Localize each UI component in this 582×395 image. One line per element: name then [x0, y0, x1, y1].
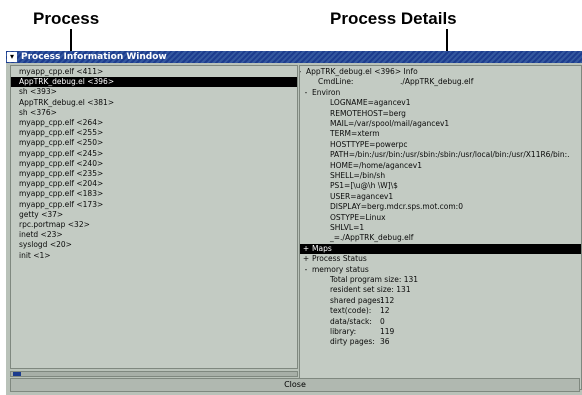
details-tree-label: MAIL=/var/spool/mail/agancev1: [330, 119, 450, 128]
window-title: Process Information Window: [21, 52, 167, 62]
details-tree-label: shared pages:: [330, 295, 384, 305]
details-tree-row[interactable]: - memory status: [300, 264, 581, 275]
details-tree-label: Environ: [312, 87, 341, 97]
process-list-item[interactable]: myapp_cpp.elf <250>: [11, 138, 297, 148]
details-tree-label: Process Status: [312, 254, 367, 264]
details-tree-value: 36: [380, 337, 390, 347]
window-menu-icon[interactable]: ▾: [7, 52, 17, 62]
details-tree-row[interactable]: LOGNAME=agancev1: [300, 98, 581, 108]
details-tree-value: 112: [380, 295, 395, 305]
details-tree-label: _=./AppTRK_debug.elf: [330, 233, 414, 243]
details-tree-label: CmdLine:: [318, 77, 354, 87]
details-tree-label: Maps: [312, 243, 332, 253]
details-tree-row[interactable]: resident set size: 131: [300, 285, 581, 295]
window-titlebar[interactable]: ▾ Process Information Window: [6, 51, 582, 63]
details-tree-row[interactable]: library: 119: [300, 327, 581, 337]
details-tree-label: TERM=xterm: [330, 129, 380, 139]
details-tree-label: SHELL=/bin/sh: [330, 171, 386, 180]
details-tree-value: 0: [380, 316, 385, 326]
collapse-icon[interactable]: -: [302, 265, 310, 275]
details-tree-label: PS1=[\u@\h \W]\$: [330, 181, 398, 191]
process-list-item[interactable]: myapp_cpp.elf <240>: [11, 159, 297, 169]
details-tree-label: PATH=/bin:/usr/bin:/usr/sbin:/sbin:/usr/…: [330, 150, 570, 160]
details-tree-label: memory status: [312, 264, 369, 274]
details-tree-label: LOGNAME=agancev1: [330, 98, 411, 108]
process-list-item[interactable]: syslogd <20>: [11, 240, 297, 250]
details-tree-row[interactable]: USER=agancev1: [300, 191, 581, 202]
process-list-item[interactable]: myapp_cpp.elf <183>: [11, 189, 297, 199]
details-tree-row[interactable]: SHLVL=1: [300, 223, 581, 233]
details-tree-row[interactable]: - Environ: [300, 87, 581, 98]
details-tree-row[interactable]: Total program size: 131: [300, 275, 581, 285]
expand-icon[interactable]: +: [302, 244, 310, 254]
process-list-item[interactable]: myapp_cpp.elf <255>: [11, 128, 297, 138]
process-list-item[interactable]: init <1>: [11, 251, 297, 261]
details-tree-row[interactable]: OSTYPE=Linux: [300, 212, 581, 223]
details-tree-row[interactable]: HOME=/home/agancev1: [300, 160, 581, 171]
process-list[interactable]: myapp_cpp.elf <411> AppTRK_debug.el <396>…: [10, 65, 298, 369]
scrollbar-thumb[interactable]: [13, 372, 21, 376]
details-tree-label: HOSTTYPE=powerpc: [330, 139, 408, 149]
process-information-window: ▾ Process Information Window myapp_cpp.e…: [6, 51, 582, 395]
details-tree-label: library:: [330, 327, 357, 336]
details-tree-row[interactable]: data/stack: 0: [300, 316, 581, 327]
process-list-item[interactable]: myapp_cpp.elf <235>: [11, 169, 297, 179]
process-list-item[interactable]: AppTRK_debug.el <381>: [11, 98, 297, 108]
details-tree-label: DISPLAY=berg.mdcr.sps.mot.com:0: [330, 202, 463, 212]
details-tree-label: AppTRK_debug.el <396> Info: [306, 67, 418, 76]
details-tree-row[interactable]: DISPLAY=berg.mdcr.sps.mot.com:0: [300, 202, 581, 212]
details-tree-label: HOME=/home/agancev1: [330, 160, 423, 170]
details-tree-label: data/stack:: [330, 316, 372, 326]
details-tree-row[interactable]: PATH=/bin:/usr/bin:/usr/sbin:/sbin:/usr/…: [300, 150, 581, 160]
process-list-item[interactable]: sh <376>: [11, 108, 297, 118]
details-tree-label: OSTYPE=Linux: [330, 212, 386, 222]
details-tree-row[interactable]: text(code): 12: [300, 306, 581, 316]
process-list-item[interactable]: rpc.portmap <32>: [11, 220, 297, 230]
details-tree-row[interactable]: + Maps: [300, 243, 581, 255]
details-tree-value: ./AppTRK_debug.elf: [400, 77, 474, 87]
details-tree-label: Total program size: 131: [330, 275, 419, 284]
details-tree-label: text(code):: [330, 306, 372, 316]
process-list-item[interactable]: AppTRK_debug.el <396>: [11, 77, 297, 88]
process-list-item[interactable]: myapp_cpp.elf <411>: [11, 67, 297, 77]
details-tree-row[interactable]: REMOTEHOST=berg: [300, 108, 581, 119]
details-tree-row[interactable]: MAIL=/var/spool/mail/agancev1: [300, 119, 581, 129]
details-tree-value: 12: [380, 306, 390, 316]
process-details-tree[interactable]: -AppTRK_debug.el <396> InfoCmdLine:./App…: [299, 65, 582, 390]
process-list-item[interactable]: myapp_cpp.elf <245>: [11, 149, 297, 159]
details-tree-row[interactable]: + Process Status: [300, 254, 581, 264]
process-list-item[interactable]: sh <393>: [11, 87, 297, 97]
expand-icon[interactable]: +: [302, 254, 310, 264]
process-list-item[interactable]: myapp_cpp.elf <204>: [11, 179, 297, 189]
details-tree-row[interactable]: TERM=xterm: [300, 129, 581, 139]
details-tree-label: resident set size: 131: [330, 285, 411, 295]
details-tree-row[interactable]: HOSTTYPE=powerpc: [300, 139, 581, 150]
process-list-item[interactable]: myapp_cpp.elf <173>: [11, 200, 297, 210]
process-list-item[interactable]: inetd <23>: [11, 230, 297, 240]
process-list-horizontal-scrollbar[interactable]: [10, 371, 298, 377]
details-tree-row[interactable]: -AppTRK_debug.el <396> Info: [300, 67, 581, 77]
collapse-icon[interactable]: -: [300, 67, 304, 77]
details-tree-value: 119: [380, 327, 395, 336]
close-button[interactable]: Close: [10, 378, 580, 392]
details-tree-label: REMOTEHOST=berg: [330, 108, 406, 118]
details-tree-row[interactable]: shared pages: 112: [300, 295, 581, 306]
details-tree-label: USER=agancev1: [330, 191, 394, 201]
callout-process-details-label: Process Details: [330, 9, 457, 28]
details-tree-row[interactable]: _=./AppTRK_debug.elf: [300, 233, 581, 243]
details-tree-row[interactable]: PS1=[\u@\h \W]\$: [300, 181, 581, 191]
details-tree-label: dirty pages:: [330, 337, 375, 347]
details-tree-row[interactable]: CmdLine: ./AppTRK_debug.elf: [300, 77, 581, 87]
callout-process-label: Process: [33, 9, 100, 28]
process-list-item[interactable]: getty <37>: [11, 210, 297, 220]
collapse-icon[interactable]: -: [302, 88, 310, 98]
process-list-item[interactable]: myapp_cpp.elf <264>: [11, 118, 297, 128]
details-tree-row[interactable]: SHELL=/bin/sh: [300, 171, 581, 181]
details-tree-row[interactable]: dirty pages: 36: [300, 337, 581, 347]
details-tree-label: SHLVL=1: [330, 223, 365, 232]
